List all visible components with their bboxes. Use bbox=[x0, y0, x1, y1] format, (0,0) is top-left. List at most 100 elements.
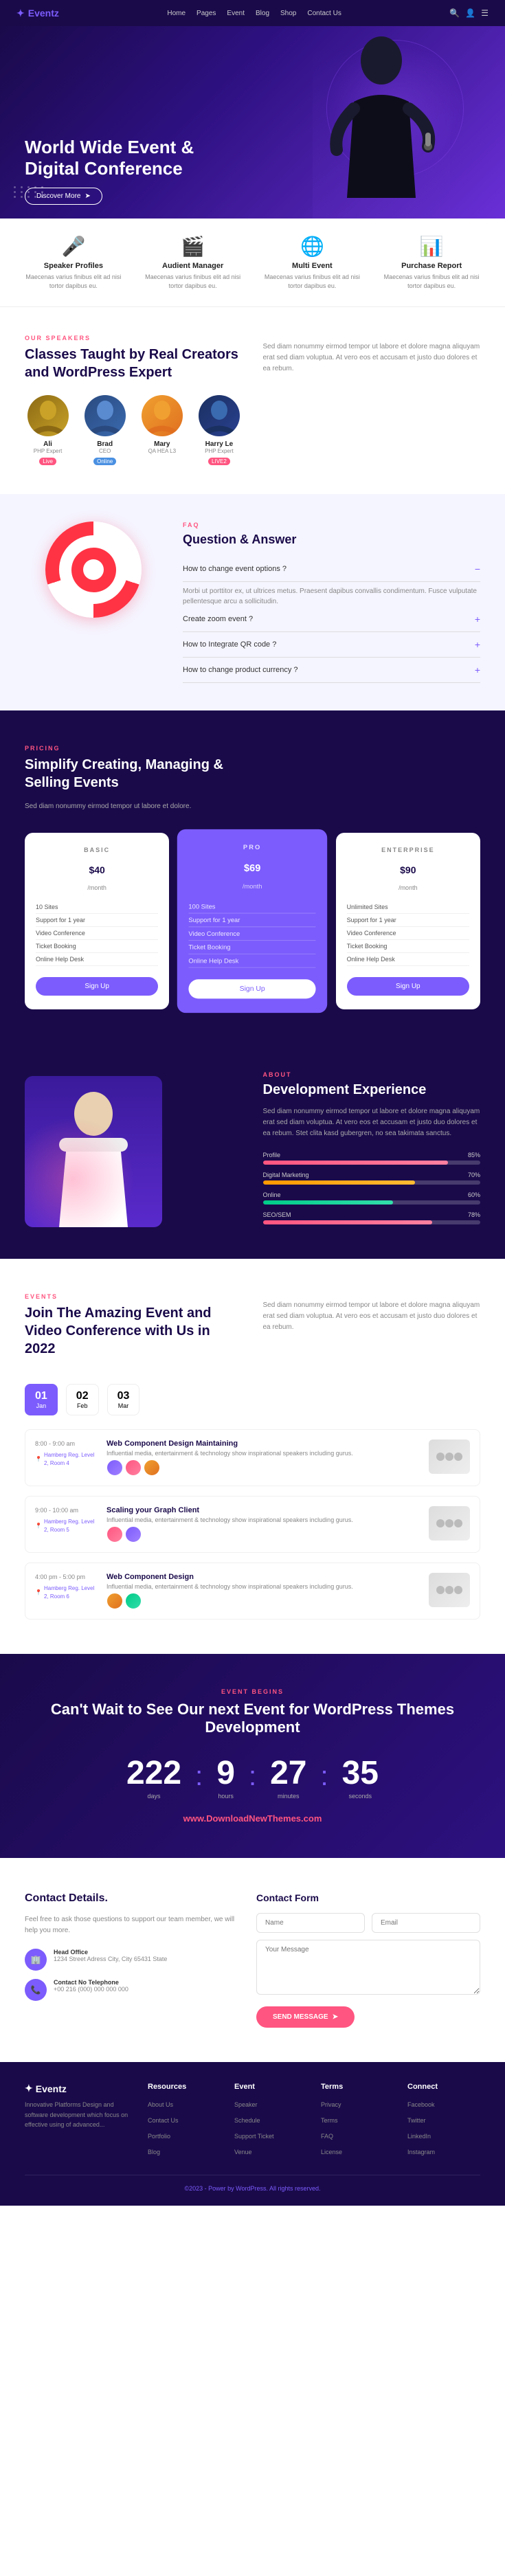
event-tab-0[interactable]: 01 Jan bbox=[25, 1384, 58, 1415]
footer-link-faq[interactable]: FAQ bbox=[321, 2133, 333, 2140]
qa-toggle-1[interactable]: + bbox=[475, 614, 480, 625]
dev-skill-pct-0: 85% bbox=[468, 1152, 480, 1158]
site-logo[interactable]: ✦ Eventz bbox=[16, 8, 59, 19]
pricing-btn-pro[interactable]: Sign Up bbox=[189, 979, 316, 998]
event-speakers-0 bbox=[106, 1459, 419, 1476]
event-speaker-img bbox=[106, 1526, 123, 1543]
event-tab-2[interactable]: 03 Mar bbox=[107, 1384, 140, 1415]
pricing-card-pro: PRO $69 /month 100 Sites Support for 1 y… bbox=[177, 829, 328, 1013]
nav-link-blog[interactable]: Blog bbox=[256, 10, 269, 17]
speaker-avatar-2 bbox=[142, 395, 183, 436]
dev-progress-0: Profile 85% bbox=[263, 1152, 481, 1165]
phone-label: Contact No Telephone bbox=[54, 1979, 128, 1986]
footer-col-title-event: Event bbox=[234, 2083, 307, 2091]
discover-label: Discover More bbox=[36, 192, 80, 200]
events-header: EVENTS Join The Amazing Event and Video … bbox=[25, 1293, 480, 1367]
footer-col-title-resources: Resources bbox=[148, 2083, 221, 2091]
qa-item-3[interactable]: How to change product currency ? + bbox=[183, 658, 480, 683]
qa-item-2[interactable]: How to Integrate QR code ? + bbox=[183, 632, 480, 658]
discover-more-button[interactable]: Discover More ➤ bbox=[25, 188, 102, 205]
dev-prog-fill-2 bbox=[263, 1200, 394, 1205]
speaker-name-1: Brad bbox=[82, 440, 128, 448]
form-email-input[interactable] bbox=[372, 1913, 480, 1933]
footer-link-license[interactable]: License bbox=[321, 2149, 342, 2155]
phone-icon: 📞 bbox=[25, 1979, 47, 2001]
footer-link-instagram[interactable]: Instagram bbox=[407, 2149, 435, 2155]
event-item-2: 4:00 pm - 5:00 pm 📍Hamberg Reg. Level 2,… bbox=[25, 1563, 480, 1620]
feature-desc-2: Maecenas varius finibus elit ad nisi tor… bbox=[264, 273, 360, 290]
dev-skill-name-1: Digital Marketing bbox=[263, 1172, 309, 1178]
event-speaker-img bbox=[125, 1459, 142, 1476]
event-tab-1[interactable]: 02 Feb bbox=[66, 1384, 99, 1415]
countdown-num-hours: 9 bbox=[216, 1757, 235, 1790]
pricing-price-2: $90 bbox=[347, 859, 469, 884]
qa-item-0[interactable]: How to change event options ? − bbox=[183, 557, 480, 582]
footer-link-venue[interactable]: Venue bbox=[234, 2149, 252, 2155]
nav-link-contact[interactable]: Contact Us bbox=[307, 10, 341, 17]
footer-link-about[interactable]: About Us bbox=[148, 2101, 173, 2108]
event-speaker-img bbox=[125, 1593, 142, 1609]
speaker-avatar-3 bbox=[199, 395, 240, 436]
footer-link-facebook[interactable]: Facebook bbox=[407, 2101, 435, 2108]
events-desc: Sed diam nonummy eirmod tempor ut labore… bbox=[263, 1300, 481, 1333]
form-submit-button[interactable]: SEND MESSAGE ➤ bbox=[256, 2006, 355, 2028]
nav-link-home[interactable]: Home bbox=[167, 10, 186, 17]
target-center bbox=[83, 559, 104, 580]
footer-link-twitter[interactable]: Twitter bbox=[407, 2117, 426, 2124]
countdown-url: www.DownloadNewThemes.com bbox=[25, 1813, 480, 1824]
footer-top: ✦ Eventz Innovative Platforms Design and… bbox=[25, 2083, 480, 2161]
speaker-name-3: Harry Le bbox=[196, 440, 242, 448]
qa-toggle-2[interactable]: + bbox=[475, 639, 480, 650]
user-icon[interactable]: 👤 bbox=[465, 8, 475, 18]
footer-link-schedule[interactable]: Schedule bbox=[234, 2117, 260, 2124]
footer-link-portfolio[interactable]: Portfolio bbox=[148, 2133, 170, 2140]
target-ring-1 bbox=[59, 535, 128, 604]
qa-toggle-3[interactable]: + bbox=[475, 664, 480, 675]
search-icon[interactable]: 🔍 bbox=[449, 8, 460, 18]
pricing-btn-enterprise[interactable]: Sign Up bbox=[347, 977, 469, 996]
pricing-card-basic: BASIC $40 /month 10 Sites Support for 1 … bbox=[25, 833, 169, 1009]
pricing-feature-item: 100 Sites bbox=[189, 900, 316, 914]
event-content-1: Scaling your Graph Client Influential me… bbox=[106, 1506, 419, 1543]
speaker-silhouette bbox=[326, 26, 436, 219]
form-name-input[interactable] bbox=[256, 1913, 365, 1933]
footer-link-support[interactable]: Support Ticket bbox=[234, 2133, 274, 2140]
footer-link-privacy[interactable]: Privacy bbox=[321, 2101, 341, 2108]
qa-title: Question & Answer bbox=[183, 533, 480, 547]
footer-link-linkedin[interactable]: LinkedIn bbox=[407, 2133, 431, 2140]
qa-item-1[interactable]: Create zoom event ? + bbox=[183, 607, 480, 632]
dev-label: ABOUT bbox=[263, 1071, 481, 1078]
countdown-days: 222 days bbox=[126, 1757, 181, 1800]
form-message-input[interactable] bbox=[256, 1940, 480, 1995]
footer-link-blog[interactable]: Blog bbox=[148, 2149, 160, 2155]
pricing-feature-item: Video Conference bbox=[189, 928, 316, 941]
dev-prog-fill-3 bbox=[263, 1220, 433, 1224]
event-speaker-img bbox=[144, 1459, 160, 1476]
speaker-badge-1: Online bbox=[93, 458, 116, 465]
speaker-card-2: Mary QA HEA L3 bbox=[139, 395, 185, 467]
menu-icon[interactable]: ☰ bbox=[481, 8, 489, 18]
event-content-0: Web Component Design Maintaining Influen… bbox=[106, 1440, 419, 1476]
event-time-1: 9:00 - 10:00 am 📍Hamberg Reg. Level 2, R… bbox=[35, 1506, 97, 1534]
footer-logo-text: Eventz bbox=[36, 2083, 67, 2094]
purchase-report-icon: 📊 bbox=[383, 235, 480, 258]
features-bar: 🎤 Speaker Profiles Maecenas varius finib… bbox=[0, 219, 505, 307]
nav-link-pages[interactable]: Pages bbox=[197, 10, 216, 17]
dev-prog-bar-0 bbox=[263, 1161, 481, 1165]
countdown-num-seconds: 35 bbox=[342, 1757, 379, 1790]
pricing-btn-basic[interactable]: Sign Up bbox=[36, 977, 158, 996]
countdown-hours: 9 hours bbox=[216, 1757, 235, 1800]
pricing-plan-2: ENTERPRISE bbox=[347, 847, 469, 853]
qa-question-1: Create zoom event ? bbox=[183, 615, 253, 623]
qa-toggle-0[interactable]: − bbox=[475, 563, 480, 574]
footer-link-terms[interactable]: Terms bbox=[321, 2117, 338, 2124]
nav-link-shop[interactable]: Shop bbox=[280, 10, 296, 17]
footer-link-speaker[interactable]: Speaker bbox=[234, 2101, 258, 2108]
contact-address-item: 🏢 Head Office 1234 Street Adress City, C… bbox=[25, 1949, 236, 1971]
footer-link-contact[interactable]: Contact Us bbox=[148, 2117, 179, 2124]
nav-link-event[interactable]: Event bbox=[227, 10, 245, 17]
contact-intro: Feel free to ask those questions to supp… bbox=[25, 1914, 236, 1936]
navbar: ✦ Eventz Home Pages Event Blog Shop Cont… bbox=[0, 0, 505, 26]
address-icon: 🏢 bbox=[25, 1949, 47, 1971]
speakers-title: Classes Taught by Real Creators and Word… bbox=[25, 346, 243, 381]
